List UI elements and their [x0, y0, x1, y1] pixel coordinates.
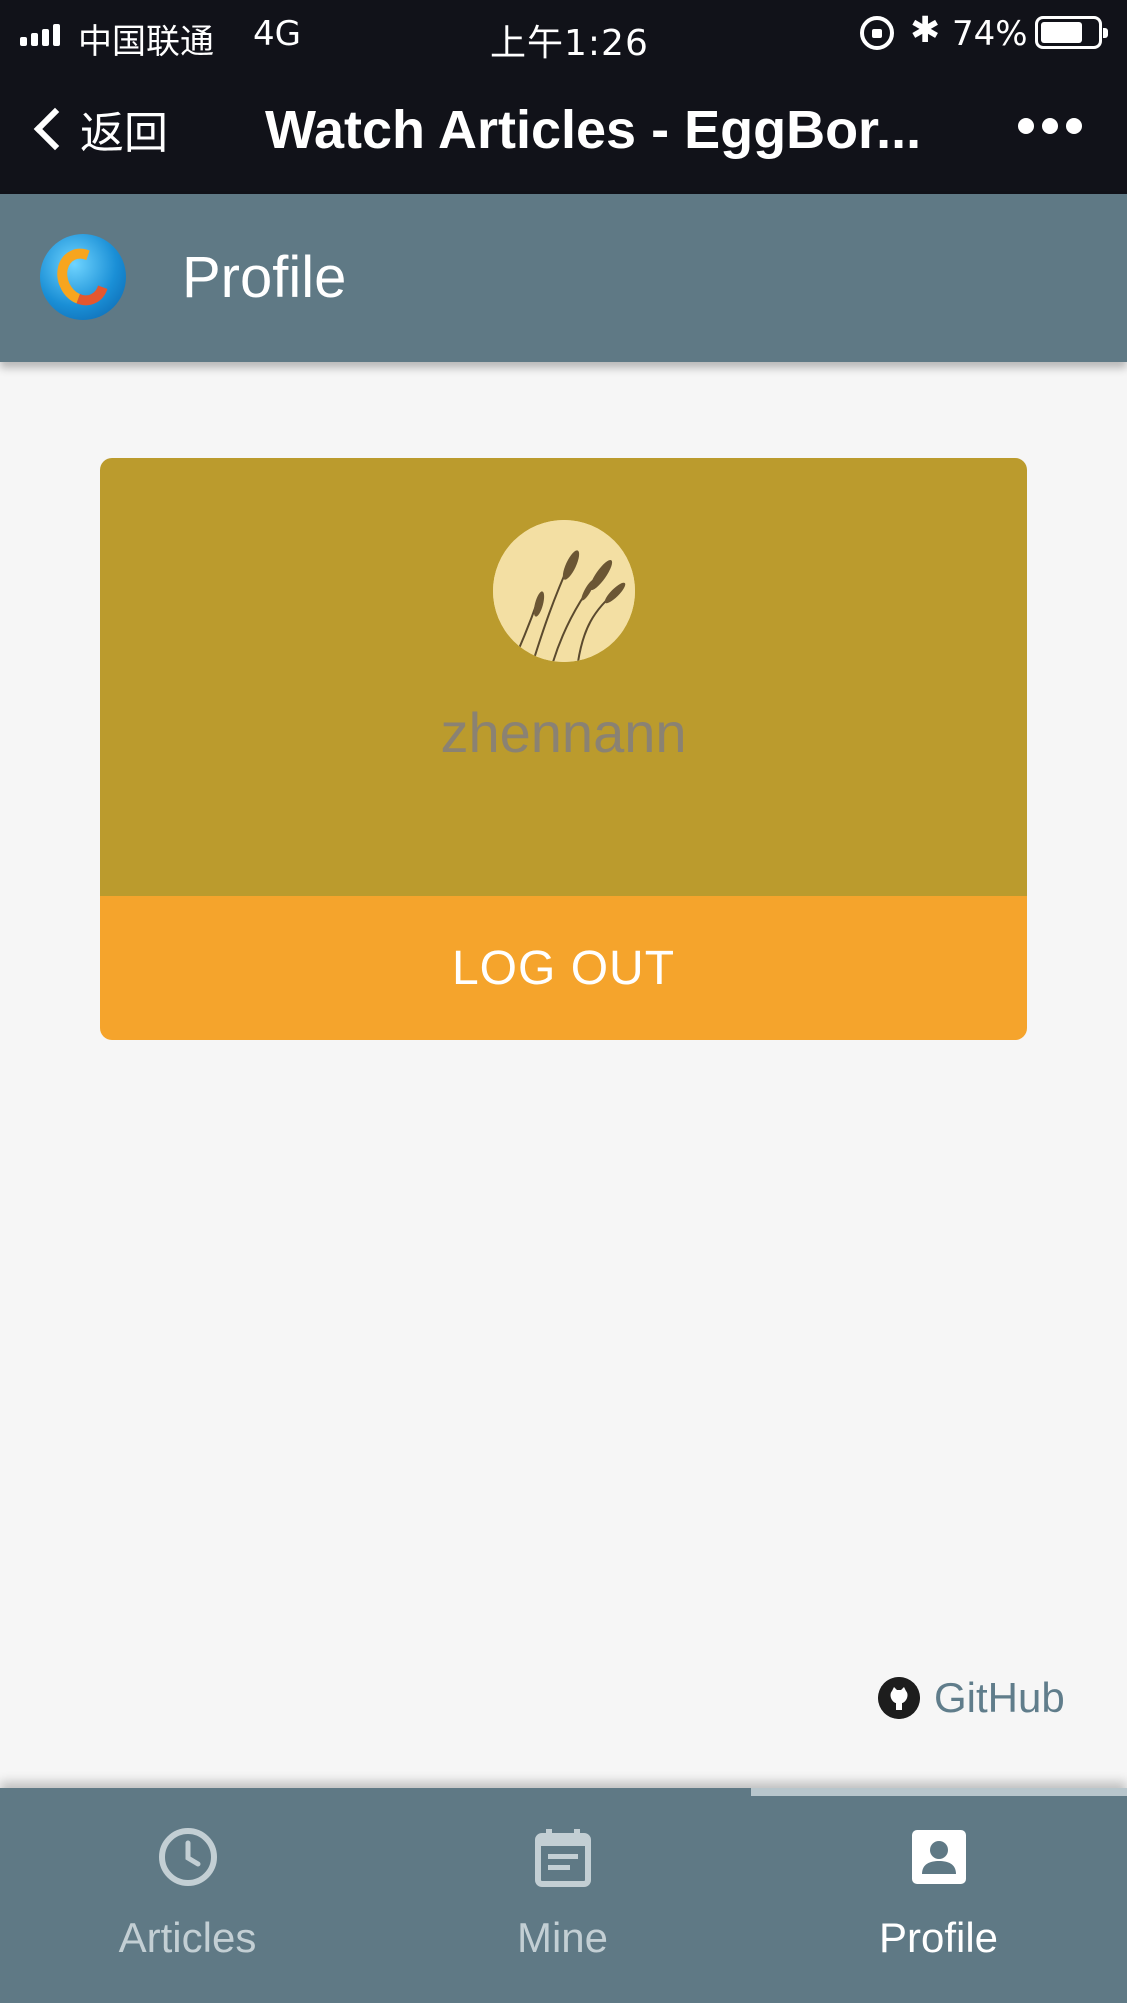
- clock-icon: [159, 1828, 217, 1886]
- more-dot-icon: [1042, 118, 1058, 134]
- tab-articles[interactable]: Articles: [0, 1788, 375, 2003]
- back-label: 返回: [80, 108, 168, 159]
- more-dot-icon: [1066, 118, 1082, 134]
- calendar-icon: [535, 1829, 591, 1887]
- app-logo[interactable]: [40, 234, 126, 320]
- network-type: 4G: [253, 14, 301, 54]
- carrier-name: 中国联通: [78, 22, 214, 62]
- app-header: Profile: [0, 194, 1127, 362]
- tab-label: Profile: [878, 1914, 999, 1961]
- username: zhennann: [440, 701, 687, 764]
- tab-mine[interactable]: Mine: [375, 1788, 750, 2003]
- tab-label: Articles: [118, 1914, 257, 1961]
- logout-button[interactable]: LOG OUT: [100, 896, 1027, 1040]
- tab-label: Mine: [516, 1914, 609, 1961]
- profile-card: zhennann LOG OUT: [100, 458, 1027, 1040]
- more-options-button[interactable]: [1018, 118, 1082, 134]
- back-button[interactable]: 返回: [28, 96, 168, 162]
- chevron-left-icon: [33, 107, 77, 151]
- header-title: Profile: [182, 245, 347, 310]
- signal-strength-icon: [20, 24, 60, 46]
- battery-icon: [1035, 16, 1108, 49]
- github-link[interactable]: GitHub: [878, 1674, 1065, 1722]
- navigation-bar: 返回 Watch Articles - EggBor...: [0, 66, 1127, 194]
- page-title: Watch Articles - EggBor...: [265, 100, 922, 160]
- github-label: GitHub: [934, 1674, 1065, 1721]
- orientation-lock-icon: [860, 16, 894, 50]
- tab-profile[interactable]: Profile: [751, 1788, 1126, 2003]
- battery-percentage: 74%: [952, 14, 1028, 54]
- more-dot-icon: [1018, 118, 1034, 134]
- avatar[interactable]: [493, 520, 635, 662]
- tab-bar: Articles Mine Profile: [0, 1788, 1127, 2003]
- status-bar: 中国联通 4G 上午1:26 ✱ 74%: [0, 0, 1127, 66]
- account-box-icon: [912, 1830, 966, 1884]
- status-time: 上午1:26: [490, 23, 649, 64]
- github-icon: [878, 1677, 920, 1719]
- bluetooth-icon: ✱: [910, 10, 941, 51]
- profile-card-header: zhennann: [100, 458, 1027, 896]
